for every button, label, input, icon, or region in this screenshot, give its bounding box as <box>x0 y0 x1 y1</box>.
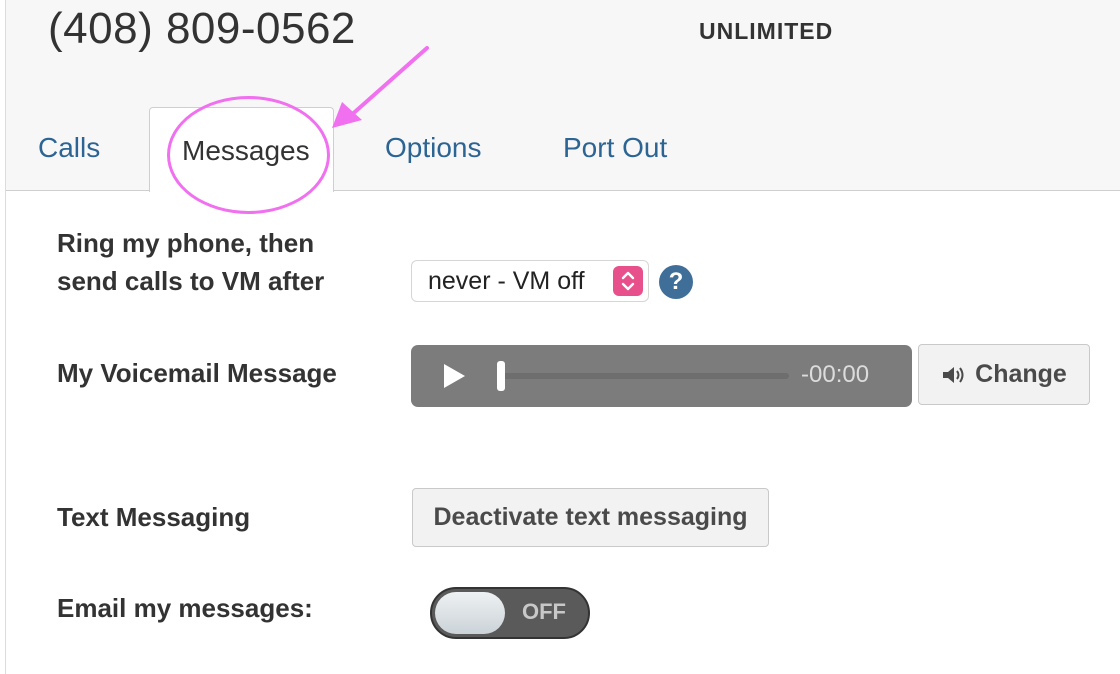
help-icon[interactable]: ? <box>659 265 693 299</box>
vm-timeout-label: Ring my phone, then send calls to VM aft… <box>57 224 324 300</box>
voicemail-settings-page: (408) 809-0562 UNLIMITED Calls Messages … <box>0 0 1120 674</box>
speaker-icon <box>943 367 964 384</box>
plan-label: UNLIMITED <box>699 18 834 44</box>
time-readout: -00:00 <box>801 361 870 388</box>
change-voicemail-button[interactable]: Change <box>918 344 1090 405</box>
tab-calls[interactable]: Calls <box>38 132 100 164</box>
seek-handle[interactable] <box>497 361 505 391</box>
text-messaging-label: Text Messaging <box>57 502 251 532</box>
tab-port-out[interactable]: Port Out <box>563 132 667 164</box>
voicemail-audio-player: -00:00 <box>411 345 912 407</box>
annotation-circle <box>167 96 330 214</box>
change-button-label: Change <box>975 360 1067 388</box>
vm-timeout-label-line1: Ring my phone, then <box>57 228 315 258</box>
annotation-arrow <box>332 46 429 128</box>
email-messages-label: Email my messages: <box>57 593 313 623</box>
toggle-knob <box>435 592 505 634</box>
vm-timeout-selected-value: never - VM off <box>428 267 585 295</box>
phone-number: (408) 809-0562 <box>48 4 356 53</box>
play-icon[interactable] <box>441 363 467 389</box>
voicemail-message-label: My Voicemail Message <box>57 358 337 388</box>
vm-timeout-select[interactable]: never - VM off <box>411 260 649 302</box>
vm-timeout-label-line2: send calls to VM after <box>57 266 325 296</box>
toggle-state-label: OFF <box>522 599 566 624</box>
seek-track[interactable] <box>499 373 789 379</box>
deactivate-text-messaging-button[interactable]: Deactivate text messaging <box>412 488 769 547</box>
select-caret-icon <box>613 266 643 296</box>
email-messages-toggle[interactable]: OFF <box>430 587 590 639</box>
